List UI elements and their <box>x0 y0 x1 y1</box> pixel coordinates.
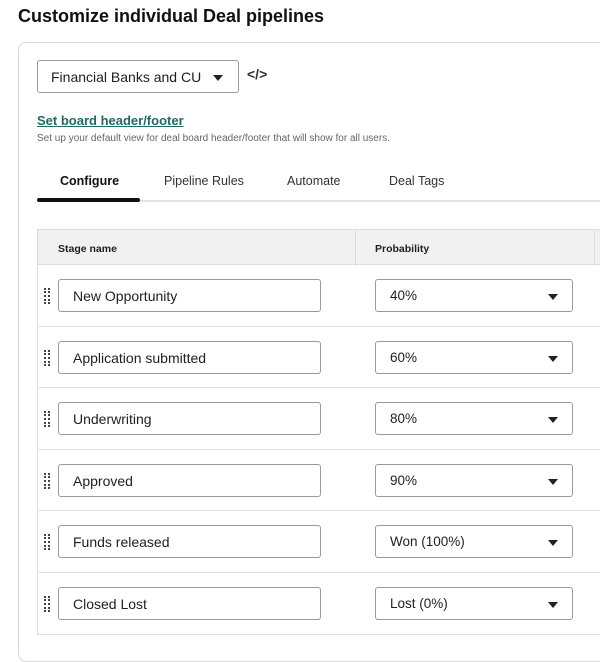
probability-select[interactable]: Won (100%) <box>375 525 573 559</box>
chevron-down-icon <box>548 417 558 424</box>
probability-select[interactable]: Lost (0%) <box>375 586 573 620</box>
drag-handle-icon[interactable] <box>44 349 50 366</box>
stage-name-value: Underwriting <box>73 411 152 428</box>
tab-deal-tags[interactable]: Deal Tags <box>389 174 444 188</box>
table-row: Closed Lost Lost (0%) <box>38 573 600 635</box>
stage-name-value: Funds released <box>73 534 170 551</box>
probability-select[interactable]: 90% <box>375 463 573 497</box>
column-divider <box>594 230 595 266</box>
tab-pipeline-rules[interactable]: Pipeline Rules <box>164 174 244 188</box>
stages-table: Stage name Probability New Opportunity 4… <box>37 229 600 635</box>
stage-name-value: Closed Lost <box>73 595 147 612</box>
probability-select[interactable]: 40% <box>375 279 573 312</box>
probability-value: 90% <box>390 472 418 488</box>
probability-value: 60% <box>390 349 418 365</box>
drag-handle-icon[interactable] <box>44 472 50 489</box>
drag-handle-icon[interactable] <box>44 595 50 612</box>
table-row: Approved 90% <box>38 450 600 512</box>
probability-value: 80% <box>390 411 418 427</box>
chevron-down-icon <box>548 355 558 362</box>
drag-handle-icon[interactable] <box>44 411 50 428</box>
code-icon[interactable]: </> <box>247 66 267 82</box>
stage-name-input[interactable]: Funds released <box>58 525 321 559</box>
active-tab-indicator <box>37 198 140 202</box>
probability-value: 40% <box>390 288 418 303</box>
drag-handle-icon[interactable] <box>44 288 50 304</box>
chevron-down-icon <box>548 601 558 608</box>
stage-name-input[interactable]: Approved <box>58 463 321 497</box>
table-row: Funds released Won (100%) <box>38 511 600 573</box>
probability-value: Lost (0%) <box>390 595 448 611</box>
tab-configure[interactable]: Configure <box>60 174 119 188</box>
pipeline-select[interactable]: Financial Banks and CU <box>37 60 239 93</box>
chevron-down-icon <box>548 540 558 547</box>
stage-name-value: New Opportunity <box>73 288 178 304</box>
tab-bar: Configure Pipeline Rules Automate Deal T… <box>37 160 600 202</box>
probability-select[interactable]: 80% <box>375 402 573 436</box>
stage-name-input[interactable]: Closed Lost <box>58 586 321 620</box>
probability-select[interactable]: 60% <box>375 340 573 374</box>
table-header: Stage name Probability <box>38 229 600 266</box>
board-description: Set up your default view for deal board … <box>37 133 390 144</box>
stage-name-value: Application submitted <box>73 349 207 366</box>
table-row: Underwriting 80% <box>38 388 600 450</box>
header-probability: Probability <box>375 243 430 255</box>
chevron-down-icon <box>213 75 223 81</box>
stage-name-input[interactable]: Underwriting <box>58 402 321 436</box>
chevron-down-icon <box>548 294 558 300</box>
table-row: New Opportunity 40% <box>38 265 600 327</box>
column-divider <box>355 230 356 266</box>
pipeline-select-value: Financial Banks and CU <box>51 69 202 85</box>
drag-handle-icon[interactable] <box>44 534 50 551</box>
page-title: Customize individual Deal pipelines <box>18 6 325 26</box>
stage-name-input[interactable]: Application submitted <box>58 340 321 374</box>
probability-value: Won (100%) <box>390 534 465 550</box>
stage-name-input[interactable]: New Opportunity <box>58 279 321 312</box>
set-board-header-footer-link[interactable]: Set board header/footer <box>37 113 184 128</box>
header-stage-name: Stage name <box>58 243 117 255</box>
chevron-down-icon <box>548 478 558 485</box>
table-row: Application submitted 60% <box>38 327 600 389</box>
tab-automate[interactable]: Automate <box>287 174 341 188</box>
stage-name-value: Approved <box>73 472 133 489</box>
